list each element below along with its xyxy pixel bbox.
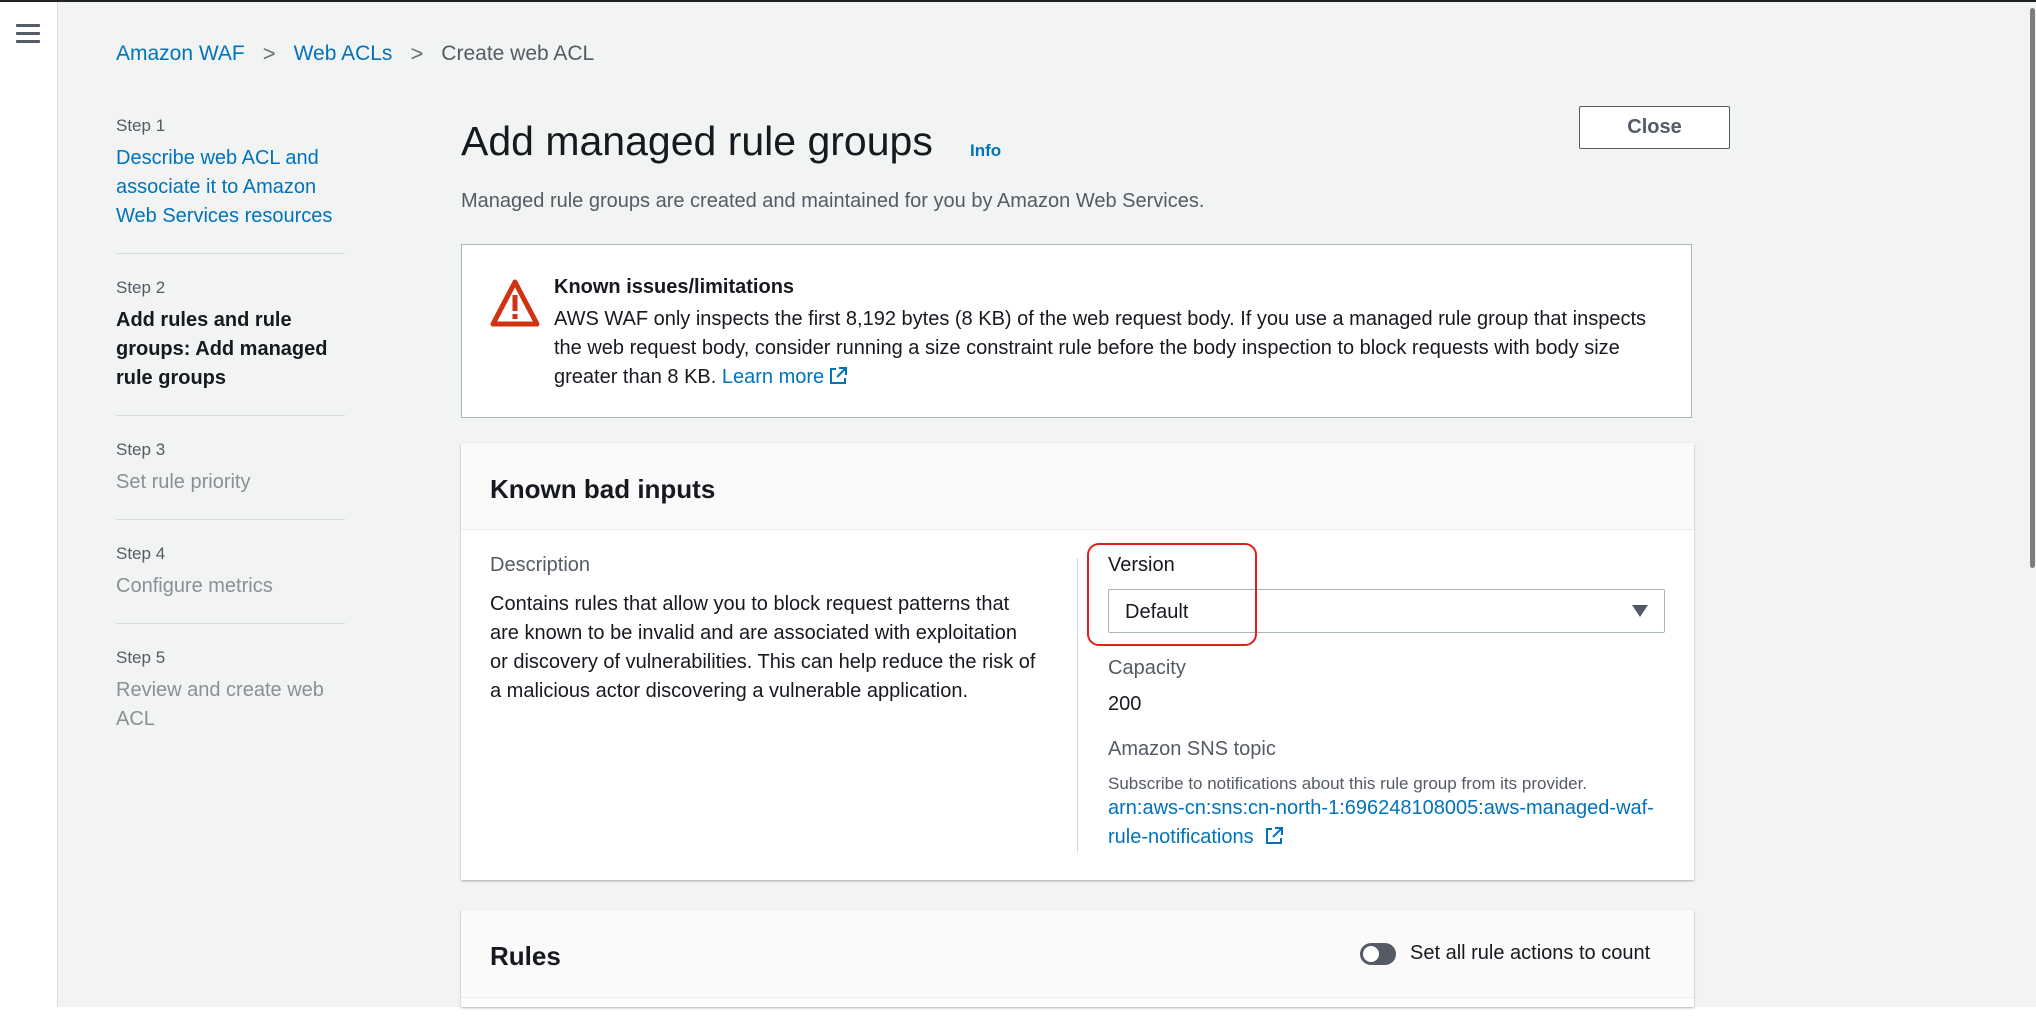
version-select[interactable]: Default xyxy=(1108,589,1665,633)
known-issues-alert: Known issues/limitations AWS WAF only in… xyxy=(461,244,1692,418)
version-label: Version xyxy=(1108,554,1175,576)
step-5: Step 5 Review and create web ACL xyxy=(116,648,345,756)
rules-title: Rules xyxy=(490,941,561,971)
panel-header: Known bad inputs xyxy=(461,443,1694,530)
info-link[interactable]: Info xyxy=(970,141,1001,161)
menu-icon[interactable] xyxy=(16,24,40,44)
description-label: Description xyxy=(490,554,591,576)
learn-more-link[interactable]: Learn more xyxy=(722,366,848,388)
step-number: Step 2 xyxy=(116,278,166,297)
panel-header: Rules Set all rule actions to count xyxy=(461,910,1694,998)
toggle-knob xyxy=(1363,946,1379,962)
step-number: Step 1 xyxy=(116,116,166,135)
top-border xyxy=(0,0,2036,2)
breadcrumb-separator-icon: > xyxy=(262,41,276,66)
step-1-link[interactable]: Describe web ACL and associate it to Ama… xyxy=(116,144,345,231)
breadcrumb: Amazon WAF > Web ACLs > Create web ACL xyxy=(116,41,594,67)
alert-text: AWS WAF only inspects the first 8,192 by… xyxy=(554,308,1647,388)
step-number: Step 3 xyxy=(116,440,166,459)
step-3: Step 3 Set rule priority xyxy=(116,440,345,520)
step-5-title: Review and create web ACL xyxy=(116,679,324,730)
alert-title: Known issues/limitations xyxy=(554,276,795,298)
side-rail xyxy=(0,2,58,1007)
step-3-title: Set rule priority xyxy=(116,471,251,493)
sns-topic-description: Subscribe to notifications about this ru… xyxy=(1108,774,1588,793)
breadcrumb-amazon-waf[interactable]: Amazon WAF xyxy=(116,42,245,66)
version-selected-value: Default xyxy=(1125,601,1189,623)
breadcrumb-current: Create web ACL xyxy=(441,42,595,65)
capacity-value: 200 xyxy=(1108,693,1142,715)
capacity-label: Capacity xyxy=(1108,657,1186,679)
step-4-title: Configure metrics xyxy=(116,575,273,597)
external-link-icon xyxy=(830,367,848,384)
step-number: Step 4 xyxy=(116,544,166,563)
count-toggle-label: Set all rule actions to count xyxy=(1410,942,1651,964)
sns-topic-label: Amazon SNS topic xyxy=(1108,738,1276,760)
sns-topic-link[interactable]: arn:aws-cn:sns:cn-north-1:696248108005:a… xyxy=(1108,794,1668,852)
scrollbar[interactable] xyxy=(2024,2,2036,1007)
scrollbar-thumb[interactable] xyxy=(2030,8,2035,568)
step-4: Step 4 Configure metrics xyxy=(116,544,345,624)
step-1: Step 1 Describe web ACL and associate it… xyxy=(116,116,345,254)
page-subtitle: Managed rule groups are created and main… xyxy=(461,190,1205,212)
count-toggle[interactable] xyxy=(1360,943,1396,965)
rule-group-panel: Known bad inputs Description Contains ru… xyxy=(461,443,1694,880)
breadcrumb-web-acls[interactable]: Web ACLs xyxy=(294,42,393,66)
close-button[interactable]: Close xyxy=(1579,106,1730,149)
column-divider xyxy=(1077,558,1078,853)
step-2: Step 2 Add rules and rule groups: Add ma… xyxy=(116,278,345,416)
external-link-icon xyxy=(1265,827,1283,844)
step-2-current: Add rules and rule groups: Add managed r… xyxy=(116,309,328,389)
alert-body: AWS WAF only inspects the first 8,192 by… xyxy=(554,305,1674,392)
page-title: Add managed rule groups xyxy=(461,118,933,164)
bottom-bar xyxy=(0,1007,2036,1020)
wizard-steps: Step 1 Describe web ACL and associate it… xyxy=(116,116,345,780)
rules-panel: Rules Set all rule actions to count xyxy=(461,910,1694,1007)
rule-group-title: Known bad inputs xyxy=(490,474,716,504)
description-text: Contains rules that allow you to block r… xyxy=(490,593,1036,702)
breadcrumb-separator-icon: > xyxy=(410,41,424,66)
step-number: Step 5 xyxy=(116,648,166,667)
caret-down-icon xyxy=(1632,605,1648,617)
warning-triangle-icon xyxy=(490,279,540,327)
